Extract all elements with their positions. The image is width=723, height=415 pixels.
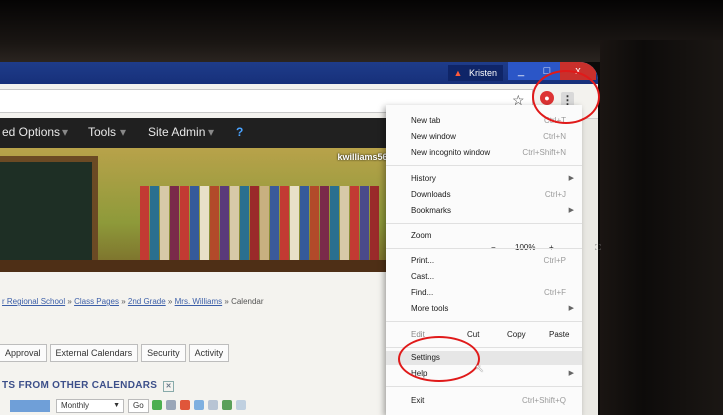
fullscreen-icon[interactable]: ⛶ [595, 242, 601, 254]
menu-separator [386, 321, 582, 322]
submenu-arrow-icon: ▶ [568, 207, 574, 214]
submenu-arrow-icon: ▶ [568, 175, 574, 182]
calendar-tabs: Approval External Calendars Security Act… [0, 344, 230, 362]
shelf [0, 260, 420, 272]
dropdown-arrow-icon: ▼ [113, 402, 120, 409]
nav-tools[interactable]: Tools [88, 125, 116, 139]
site-banner: kwilliams5601 | Lo [0, 148, 420, 272]
tab-external-calendars[interactable]: External Calendars [49, 344, 139, 362]
menu-new-window[interactable]: New window Ctrl+N [411, 131, 574, 143]
menu-exit[interactable]: Exit Ctrl+Shift+Q [411, 395, 574, 407]
calendar-icon[interactable] [194, 400, 204, 410]
calendar-controls: Monthly ▼ Go [0, 398, 420, 414]
annotation-circle-settings [398, 336, 480, 382]
menu-downloads[interactable]: Downloads Ctrl+J [411, 189, 574, 201]
print-icon[interactable] [208, 400, 218, 410]
mouse-cursor-icon: ↖ [475, 363, 485, 375]
nav-help[interactable]: ? [236, 125, 243, 139]
nav-site-admin[interactable]: Site Admin [148, 125, 205, 139]
paste-button[interactable]: Paste [549, 329, 569, 341]
site-nav-bar: ed Options ▾ Tools ▾ Site Admin ▾ ? [0, 118, 420, 148]
menu-more-tools[interactable]: More tools ▶ [411, 303, 574, 315]
export-icon[interactable] [222, 400, 232, 410]
menu-print[interactable]: Print... Ctrl+P [411, 255, 574, 267]
tab-activity[interactable]: Activity [188, 344, 230, 362]
page-content: r Regional School » Class Pages » 2nd Gr… [0, 272, 420, 415]
breadcrumb: r Regional School » Class Pages » 2nd Gr… [2, 297, 264, 306]
minimize-button[interactable]: _ [508, 62, 534, 80]
breadcrumb-mrs-williams[interactable]: Mrs. Williams [175, 297, 223, 306]
breadcrumb-current: Calendar [231, 297, 264, 306]
menu-separator [386, 248, 582, 249]
edit-icon[interactable] [166, 400, 176, 410]
date-select[interactable] [10, 400, 50, 412]
bookshelf-image [140, 186, 379, 260]
copy-button[interactable]: Copy [507, 329, 526, 341]
submenu-arrow-icon: ▶ [568, 370, 574, 377]
view-select[interactable]: Monthly ▼ [56, 399, 124, 413]
warning-icon: ▲ [453, 68, 463, 78]
monitor-bezel-right [600, 40, 723, 415]
events-header: TS FROM OTHER CALENDARS ✕ [2, 380, 175, 392]
cut-button[interactable]: Cut [467, 329, 479, 341]
menu-bookmarks[interactable]: Bookmarks ▶ [411, 205, 574, 217]
tab-approval[interactable]: Approval [0, 344, 47, 362]
tab-security[interactable]: Security [141, 344, 186, 362]
nav-sep-icon: ▾ [208, 125, 215, 139]
profile-name: Kristen [468, 68, 497, 78]
settings-icon[interactable] [236, 400, 246, 410]
title-bar: ▲ Kristen _ □ x [0, 62, 598, 84]
add-event-icon[interactable] [152, 400, 162, 410]
menu-separator [386, 386, 582, 387]
go-button[interactable]: Go [128, 399, 149, 413]
chalkboard-image [0, 156, 98, 268]
collapse-icon[interactable]: ✕ [163, 381, 175, 392]
nav-sep-icon: ▾ [62, 125, 69, 139]
breadcrumb-class-pages[interactable]: Class Pages [74, 297, 119, 306]
breadcrumb-2nd-grade[interactable]: 2nd Grade [128, 297, 166, 306]
menu-history[interactable]: History ▶ [411, 173, 574, 185]
menu-separator [386, 223, 582, 224]
submenu-arrow-icon: ▶ [568, 305, 574, 312]
profile-button[interactable]: ▲ Kristen [447, 65, 503, 81]
menu-cast[interactable]: Cast... [411, 271, 574, 283]
nav-advanced-options[interactable]: ed Options [2, 125, 60, 139]
nav-sep-icon: ▾ [120, 125, 127, 139]
menu-new-incognito[interactable]: New incognito window Ctrl+Shift+N [411, 147, 574, 159]
breadcrumb-school[interactable]: r Regional School [2, 297, 65, 306]
menu-separator [386, 165, 582, 166]
menu-zoom: Zoom − 100% + ⛶ [411, 231, 601, 252]
delete-icon[interactable] [180, 400, 190, 410]
annotation-circle-menu [532, 70, 600, 124]
menu-find[interactable]: Find... Ctrl+F [411, 287, 574, 299]
